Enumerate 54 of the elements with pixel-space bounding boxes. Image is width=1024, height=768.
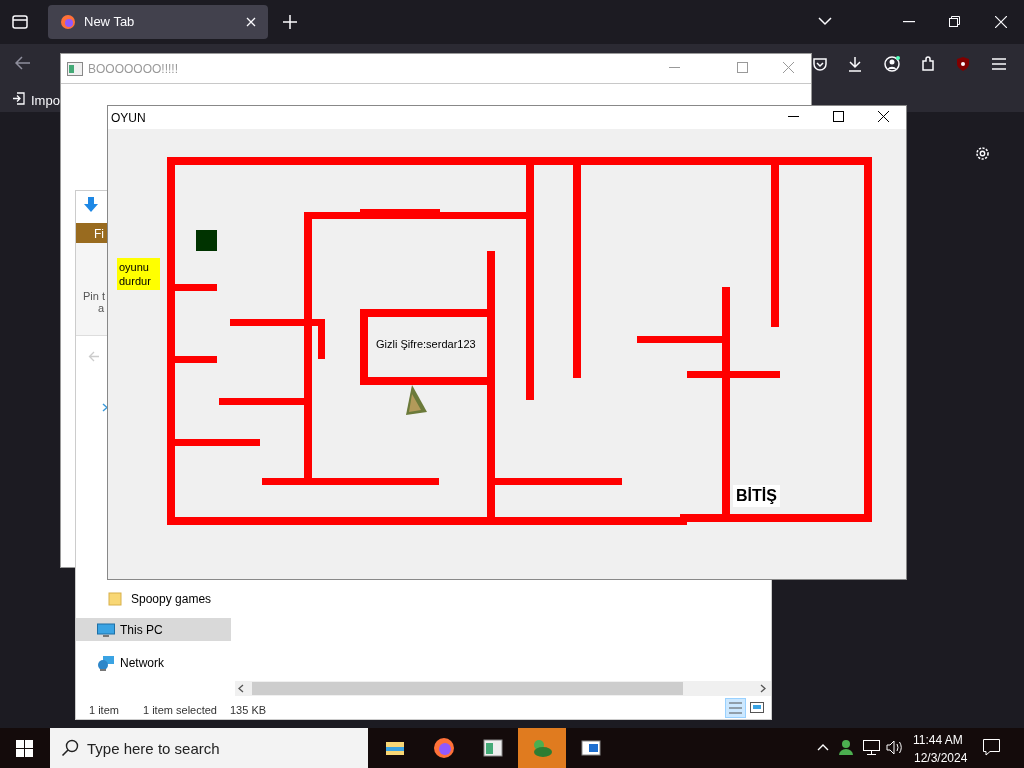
app-icon bbox=[481, 736, 505, 760]
menu-icon[interactable] bbox=[991, 56, 1007, 72]
speaker-icon[interactable] bbox=[886, 740, 903, 755]
person-icon[interactable] bbox=[838, 739, 854, 755]
status-text: 135 KB bbox=[230, 703, 267, 718]
new-tab-icon[interactable] bbox=[283, 15, 297, 29]
ribbon-label: Pin t bbox=[83, 289, 105, 304]
app-icon bbox=[67, 61, 83, 76]
status-text: 1 item bbox=[89, 703, 119, 718]
download-icon[interactable] bbox=[847, 56, 863, 72]
large-icons-view-icon[interactable] bbox=[750, 702, 764, 713]
chevron-down-icon[interactable] bbox=[818, 17, 832, 26]
settings-icon[interactable] bbox=[974, 145, 991, 162]
shield-icon[interactable] bbox=[955, 56, 971, 72]
window-title: OYUN bbox=[111, 110, 146, 127]
goal-square-icon bbox=[196, 230, 217, 251]
app-icon bbox=[432, 736, 456, 760]
network-icon bbox=[97, 654, 115, 671]
chevron-right-icon[interactable] bbox=[102, 403, 108, 412]
ribbon-tab[interactable]: Fi bbox=[76, 223, 107, 243]
computer-icon bbox=[97, 621, 115, 638]
clock-time[interactable]: 11:44 AM bbox=[913, 731, 963, 749]
maximize-icon[interactable] bbox=[833, 111, 844, 122]
notification-icon[interactable] bbox=[983, 739, 1000, 756]
ribbon-label: a bbox=[98, 301, 105, 316]
clock-date[interactable]: 12/3/2024 bbox=[914, 749, 968, 767]
nav-item[interactable]: This PC bbox=[76, 618, 231, 641]
account-icon[interactable] bbox=[884, 56, 900, 72]
taskbar-search-field[interactable]: Type here to search bbox=[50, 728, 368, 768]
browser-tab[interactable]: New Tab bbox=[48, 5, 268, 39]
minimize-icon[interactable] bbox=[903, 21, 915, 23]
secret-password-label: Gizli Şifre:serdar123 bbox=[376, 337, 476, 352]
start-icon[interactable] bbox=[16, 740, 33, 757]
finish-label: BİTİŞ bbox=[733, 485, 780, 507]
network-icon[interactable] bbox=[863, 740, 880, 755]
status-text: 1 item selected bbox=[143, 703, 217, 718]
pause-game-button[interactable]: oyunu durdur bbox=[117, 258, 160, 290]
close-icon[interactable] bbox=[878, 111, 889, 122]
import-icon bbox=[12, 92, 25, 105]
search-icon bbox=[61, 739, 79, 757]
download-arrow-icon bbox=[82, 196, 100, 214]
scrollbar-thumb[interactable] bbox=[252, 682, 683, 695]
browser-logo-icon bbox=[60, 14, 76, 30]
chevron-up-icon[interactable] bbox=[817, 743, 829, 751]
bookmark-link[interactable]: Impo bbox=[31, 91, 60, 111]
tab-list-icon[interactable] bbox=[11, 13, 29, 31]
nav-item[interactable]: Network bbox=[76, 651, 231, 674]
scroll-right-icon[interactable] bbox=[760, 684, 766, 693]
back-arrow-icon[interactable] bbox=[15, 56, 31, 70]
restore-icon[interactable] bbox=[949, 16, 960, 27]
nav-item[interactable]: Spoopy games bbox=[76, 587, 231, 610]
player-sprite-icon bbox=[403, 384, 429, 416]
window-title: BOOOOOOO!!!!! bbox=[88, 60, 178, 78]
scroll-left-icon[interactable] bbox=[238, 684, 244, 693]
